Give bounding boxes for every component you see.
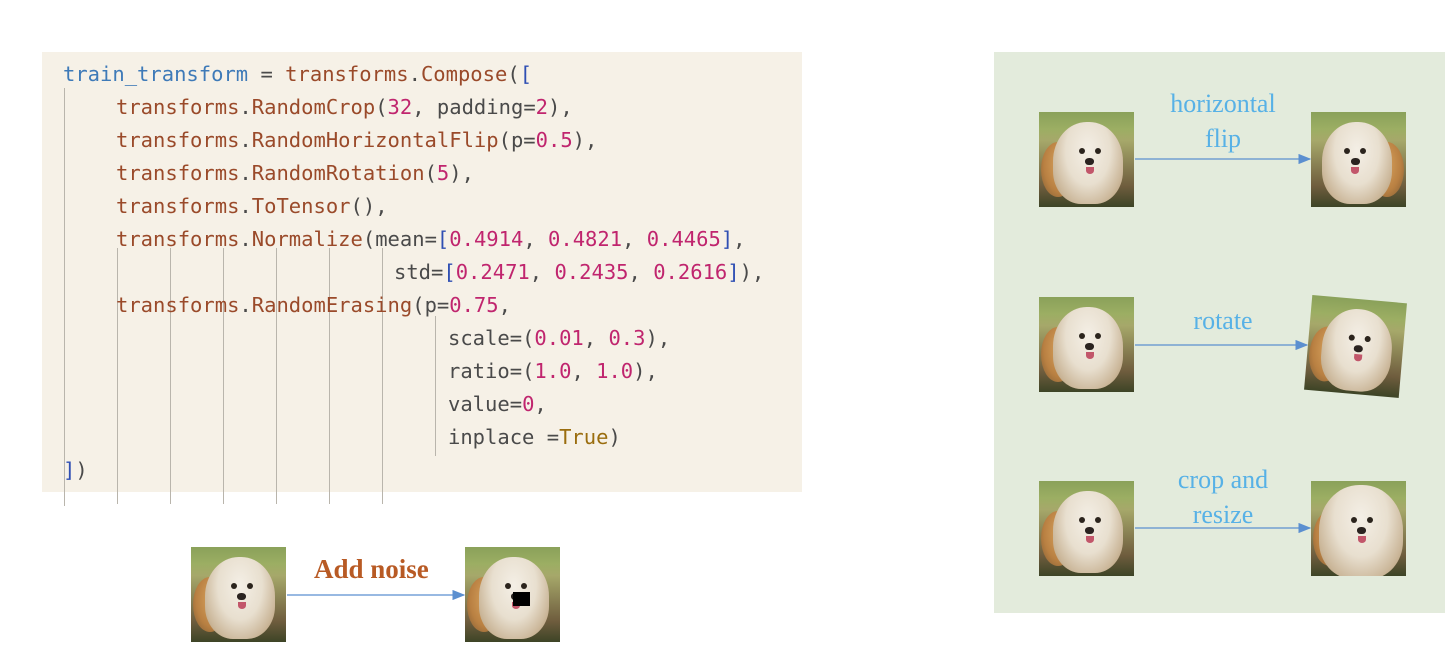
arrows-layer	[287, 153, 1312, 601]
